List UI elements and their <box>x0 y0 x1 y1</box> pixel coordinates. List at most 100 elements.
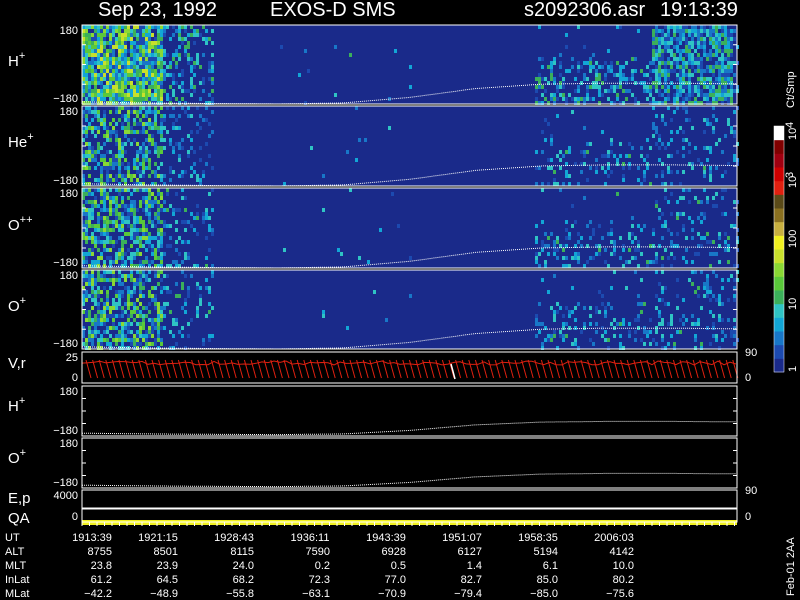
spectrogram-cell <box>130 33 133 37</box>
spectrogram-cell <box>553 318 556 322</box>
spectrogram-cell <box>112 244 115 248</box>
spectrogram-cell <box>145 45 148 49</box>
spectrogram-cell <box>169 224 172 228</box>
spectrogram-cell <box>727 45 730 49</box>
spectrogram-cell <box>142 25 145 29</box>
spectrogram-cell <box>211 29 214 33</box>
spectrogram-cell <box>133 57 136 61</box>
spectrogram-cell <box>106 302 109 306</box>
spectrogram-cell <box>211 61 214 65</box>
spectrogram-cell <box>712 41 715 45</box>
spectrogram-cell <box>85 25 88 29</box>
spectrogram-cell <box>142 73 145 77</box>
spectrogram-cell <box>166 130 169 134</box>
spectrogram-cell <box>145 200 148 204</box>
spectrogram-cell <box>100 85 103 89</box>
spectrogram-cell <box>172 33 175 37</box>
spectrogram-cell <box>682 146 685 150</box>
spectrogram-cell <box>208 37 211 41</box>
spectrogram-cell <box>721 73 724 77</box>
spectrogram-cell <box>103 93 106 97</box>
spectrogram-cell <box>682 37 685 41</box>
spectrogram-cell <box>97 322 100 326</box>
spectrogram-cell <box>163 252 166 256</box>
spectrogram-cell <box>550 232 553 236</box>
spectrogram-cell <box>205 37 208 41</box>
spectrogram-cell <box>85 236 88 240</box>
ephemeris-cell: 1958:35 <box>518 532 558 544</box>
spectrogram-cell <box>730 130 733 134</box>
spectrogram-cell <box>679 182 682 186</box>
spectrogram-cell <box>115 122 118 126</box>
spectrogram-cell <box>160 232 163 236</box>
spectrogram-cell <box>706 122 709 126</box>
spectrogram-cell <box>619 322 622 326</box>
spectrogram-cell <box>118 65 121 69</box>
spectrogram-cell <box>712 81 715 85</box>
spectrogram-cell <box>694 61 697 65</box>
spectrogram-cell <box>685 260 688 264</box>
panel-label: O+ <box>8 295 26 315</box>
spectrogram-cell <box>97 49 100 53</box>
panel-label: O++ <box>8 214 33 234</box>
spectrogram-cell <box>721 97 724 101</box>
spectrogram-cell <box>211 208 214 212</box>
spectrogram-cell <box>208 224 211 228</box>
spectrogram-cell <box>544 97 547 101</box>
spectrogram-cell <box>100 122 103 126</box>
spectrogram-cell <box>727 118 730 122</box>
spectrogram-cell <box>733 29 736 33</box>
spectrogram-cell <box>142 232 145 236</box>
spectrogram-cell <box>142 334 145 338</box>
spectrogram-cell <box>598 73 601 77</box>
spectrogram-cell <box>109 212 112 216</box>
spectrogram-cell <box>670 154 673 158</box>
spectrogram-cell <box>643 224 646 228</box>
spectrogram-cell <box>139 73 142 77</box>
spectrogram-cell <box>181 37 184 41</box>
spectrogram-cell <box>154 338 157 342</box>
spectrogram-cell <box>94 318 97 322</box>
spectrogram-cell <box>691 282 694 286</box>
spectrogram-cell <box>607 49 610 53</box>
spectrogram-cell <box>181 25 184 29</box>
spectrogram-cell <box>91 150 94 154</box>
spectrogram-cell <box>100 216 103 220</box>
spectrogram-cell <box>661 118 664 122</box>
spectrogram-cell <box>715 97 718 101</box>
spectrogram-cell <box>103 208 106 212</box>
spectrogram-cell <box>112 154 115 158</box>
spectrogram-cell <box>106 33 109 37</box>
spectrogram-cell <box>100 81 103 85</box>
spectrogram-cell <box>664 188 667 192</box>
spectrogram-cell <box>682 138 685 142</box>
spectrogram-cell <box>367 260 370 264</box>
spectrogram-cell <box>190 174 193 178</box>
spectrogram-cell <box>85 162 88 166</box>
spectrogram-cell <box>151 318 154 322</box>
spectrogram-cell <box>580 150 583 154</box>
spectrogram-cell <box>136 334 139 338</box>
spectrogram-cell <box>724 248 727 252</box>
spectrogram-cell <box>697 158 700 162</box>
spectrogram-cell <box>535 77 538 81</box>
spectrogram-cell <box>94 322 97 326</box>
spectrogram-cell <box>124 65 127 69</box>
spectrogram-cell <box>88 25 91 29</box>
spectrogram-cell <box>103 45 106 49</box>
spectrogram-cell <box>157 208 160 212</box>
spectrogram-cell <box>109 326 112 330</box>
spectrogram-cell <box>718 314 721 318</box>
spectrogram-cell <box>733 110 736 114</box>
spectrogram-cell <box>115 41 118 45</box>
spectrogram-cell <box>598 89 601 93</box>
spectrogram-cell <box>154 73 157 77</box>
spectrogram-cell <box>196 130 199 134</box>
panel-label-superscript: ++ <box>20 214 33 226</box>
spectrogram-cell <box>157 306 160 310</box>
spectrogram-cell <box>598 310 601 314</box>
spectrogram-cell <box>208 290 211 294</box>
spectrogram-cell <box>139 33 142 37</box>
spectrogram-cell <box>115 45 118 49</box>
spectrogram-cell <box>124 252 127 256</box>
